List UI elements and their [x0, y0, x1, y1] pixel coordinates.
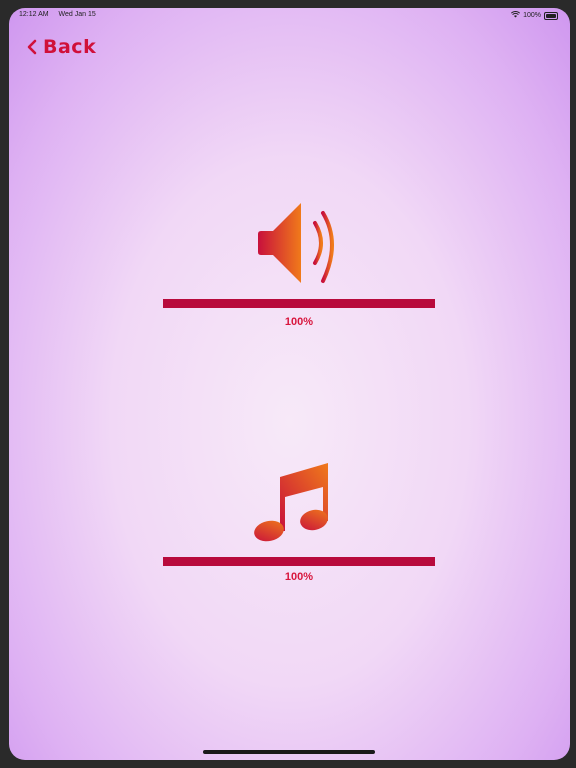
music-note-icon — [252, 459, 332, 548]
wifi-icon — [511, 11, 521, 20]
status-date: Wed Jan 15 — [58, 11, 96, 18]
home-indicator — [203, 750, 375, 754]
status-time: 12:12 AM — [19, 11, 49, 18]
volume-level-bar[interactable] — [163, 299, 435, 308]
status-bar: 12:12 AM Wed Jan 15 100% — [9, 8, 570, 22]
back-label: Back — [43, 36, 97, 58]
battery-percent: 100% — [523, 12, 541, 19]
volume-level-label: 100% — [284, 316, 314, 328]
music-level-label: 100% — [284, 571, 314, 583]
battery-icon — [544, 11, 558, 20]
app-screen: 12:12 AM Wed Jan 15 100% Back 100% 100% — [9, 8, 570, 760]
back-button[interactable]: Back — [27, 36, 96, 58]
speaker-icon — [255, 201, 341, 290]
chevron-left-icon — [27, 39, 37, 55]
music-level-bar[interactable] — [163, 557, 435, 566]
